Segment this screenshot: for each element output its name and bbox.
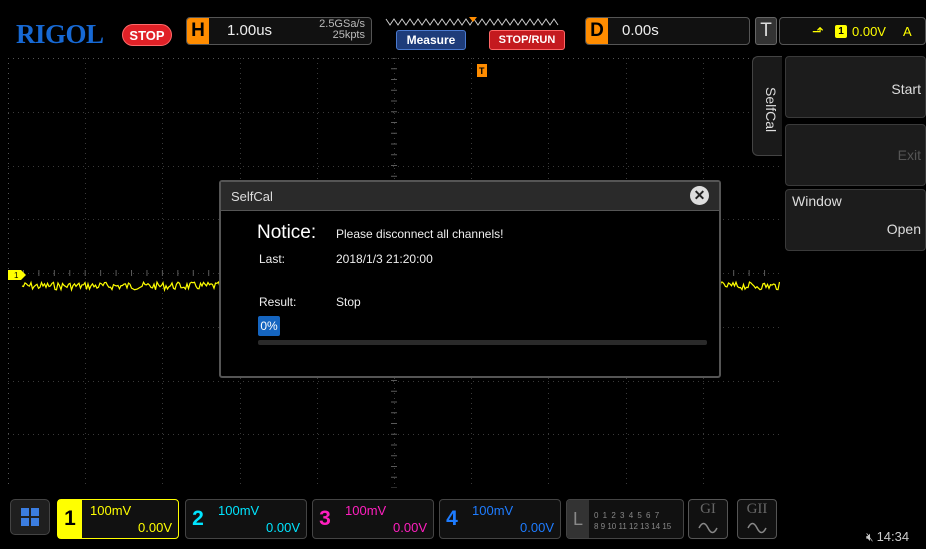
horizontal-timebase-box[interactable]: H 1.00us 2.5GSa/s 25kpts	[186, 17, 372, 45]
result-label: Result:	[259, 295, 297, 309]
last-value: 2018/1/3 21:20:00	[336, 252, 433, 266]
trigger-mode: A	[903, 24, 912, 39]
clock-time: 14:34	[876, 529, 910, 544]
last-label: Last:	[259, 252, 286, 266]
dialog-divider	[221, 210, 719, 211]
generator-1-button[interactable]: GI	[688, 499, 728, 539]
notice-message: Please disconnect all channels!	[336, 227, 504, 241]
logic-channels-row-2: 8 9 10 11 12 13 14 15	[594, 522, 672, 531]
window-option[interactable]: Window Open	[785, 189, 926, 251]
trigger-letter[interactable]: T	[755, 17, 777, 45]
svg-text:T: T	[479, 66, 485, 76]
channel-1-offset: 0.00V	[138, 520, 172, 535]
progress-percent: 0%	[258, 316, 280, 336]
close-icon[interactable]: ✕	[690, 186, 709, 205]
bottom-channel-bar: 1 100mV 0.00V 2 100mV 0.00V 3 100mV 0.00…	[0, 494, 926, 549]
delay-value: 0.00s	[622, 22, 659, 39]
channel-2-scale: 100mV	[218, 503, 260, 518]
notice-label: Notice:	[257, 222, 317, 243]
logic-analyzer-box[interactable]: L 0 1 2 3 4 5 6 7 8 9 10 11 12 13 14 15	[566, 499, 684, 539]
start-label: Start	[891, 81, 921, 97]
timebase-value: 1.00us	[227, 22, 273, 39]
trigger-level: 0.00V	[852, 24, 886, 39]
trigger-position-marker-icon: T	[477, 64, 487, 77]
menu-tab-label: SelfCal	[763, 87, 779, 133]
channel-1-box[interactable]: 1 100mV 0.00V	[57, 499, 179, 539]
generator-1-label: GI	[700, 501, 716, 517]
generator-2-button[interactable]: GII	[737, 499, 777, 539]
channel-2-number: 2	[192, 507, 204, 530]
start-button[interactable]: Start	[785, 56, 926, 118]
result-value: Stop	[336, 295, 361, 309]
exit-button[interactable]: Exit	[785, 124, 926, 186]
window-title: Window	[792, 193, 842, 209]
channel-1-number: 1	[58, 500, 82, 538]
run-state-badge[interactable]: STOP	[122, 24, 172, 46]
channel-4-number: 4	[446, 507, 458, 530]
trigger-source-badge: 1	[835, 25, 847, 38]
exit-label: Exit	[897, 147, 921, 163]
sine-wave-icon	[747, 522, 767, 534]
channel-1-marker-label: 1	[14, 271, 19, 280]
rising-edge-icon: ⬏	[812, 23, 824, 39]
sine-wave-icon	[698, 522, 718, 534]
trigger-settings-box[interactable]: ⬏ 1 0.00V A	[779, 17, 926, 45]
speaker-mute-icon[interactable]: 🔇︎	[866, 530, 874, 544]
channel-1-scale: 100mV	[90, 503, 132, 518]
channel-3-box[interactable]: 3 100mV 0.00V	[312, 499, 434, 539]
selfcal-dialog: SelfCal ✕ Notice: Please disconnect all …	[219, 180, 721, 378]
channel-4-offset: 0.00V	[520, 520, 554, 535]
selfcal-menu-tab[interactable]: SelfCal	[752, 56, 782, 156]
channel-2-offset: 0.00V	[266, 520, 300, 535]
channel-2-box[interactable]: 2 100mV 0.00V	[185, 499, 307, 539]
memory-depth: 25kpts	[332, 29, 365, 41]
delay-letter: D	[586, 18, 608, 44]
top-status-bar: RIGOL STOP H 1.00us 2.5GSa/s 25kpts Meas…	[0, 0, 926, 52]
channel-3-offset: 0.00V	[393, 520, 427, 535]
brand-logo: RIGOL	[16, 19, 104, 49]
waveform-overview-strip	[385, 17, 559, 26]
channel-3-number: 3	[319, 507, 331, 530]
progress-bar	[258, 340, 707, 345]
status-clock: 🔇︎ 14:34	[866, 529, 909, 545]
stop-run-button[interactable]: STOP/RUN	[489, 30, 565, 50]
grid-home-icon[interactable]	[10, 499, 50, 535]
delay-box[interactable]: D 0.00s	[585, 17, 750, 45]
dialog-header: SelfCal ✕	[221, 182, 719, 210]
dialog-title: SelfCal	[231, 189, 273, 204]
generator-2-label: GII	[746, 501, 768, 517]
channel-4-box[interactable]: 4 100mV 0.00V	[439, 499, 561, 539]
horizontal-letter: H	[187, 18, 209, 44]
logic-channels-row-1: 0 1 2 3 4 5 6 7	[594, 511, 661, 520]
channel-4-scale: 100mV	[472, 503, 514, 518]
logic-letter: L	[567, 500, 589, 538]
channel-3-scale: 100mV	[345, 503, 387, 518]
acquisition-info: 2.5GSa/s 25kpts	[319, 19, 365, 41]
window-value: Open	[886, 221, 921, 237]
measure-button[interactable]: Measure	[396, 30, 466, 50]
